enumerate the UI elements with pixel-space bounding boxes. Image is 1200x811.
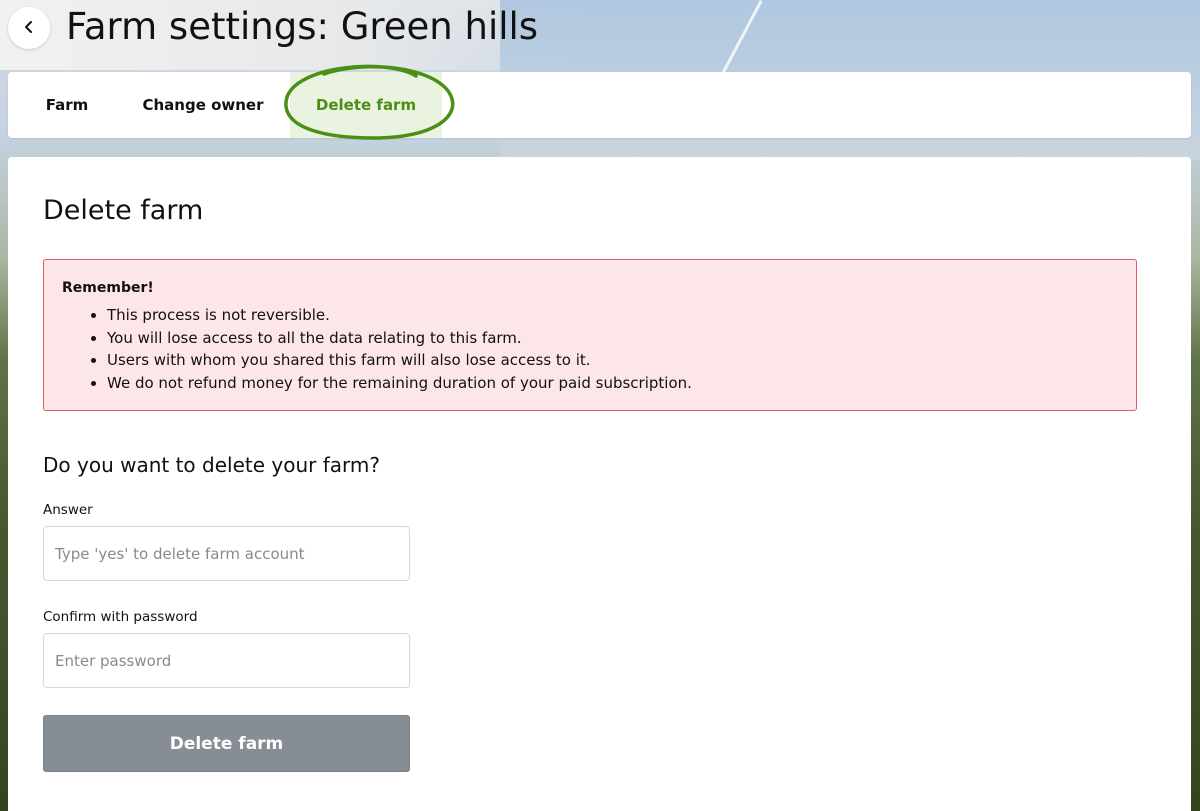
tab-delete-farm[interactable]: Delete farm: [290, 72, 442, 138]
alert-item: Users with whom you shared this farm wil…: [107, 349, 692, 372]
alert-title: Remember!: [62, 280, 154, 296]
alert-item: This process is not reversible.: [107, 304, 692, 327]
confirmation-question: Do you want to delete your farm?: [43, 453, 380, 477]
password-input[interactable]: [43, 633, 410, 688]
tab-bar: Farm Change owner Delete farm: [8, 64, 1191, 140]
tab-farm[interactable]: Farm: [30, 72, 104, 138]
section-title: Delete farm: [43, 195, 204, 226]
alert-list: This process is not reversible. You will…: [62, 304, 692, 394]
warning-alert: Remember! This process is not reversible…: [43, 259, 1137, 411]
chevron-left-icon: [22, 19, 36, 38]
alert-item: We do not refund money for the remaining…: [107, 372, 692, 395]
page-title: Farm settings: Green hills: [66, 5, 539, 48]
answer-label: Answer: [43, 502, 93, 518]
alert-item: You will lose access to all the data rel…: [107, 327, 692, 350]
back-button[interactable]: [8, 7, 50, 49]
tab-change-owner[interactable]: Change owner: [136, 72, 270, 138]
delete-farm-panel: Delete farm Remember! This process is no…: [8, 157, 1191, 811]
delete-farm-button[interactable]: Delete farm: [43, 715, 410, 772]
password-label: Confirm with password: [43, 609, 198, 625]
answer-input[interactable]: [43, 526, 410, 581]
